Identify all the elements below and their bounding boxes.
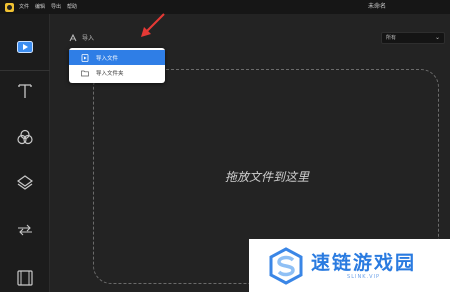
sidebar bbox=[0, 14, 50, 292]
filters-icon[interactable] bbox=[16, 128, 34, 146]
menu-export[interactable]: 导出 bbox=[51, 0, 61, 14]
menu-help[interactable]: 帮助 bbox=[67, 0, 77, 14]
import-file-label: 导入文件 bbox=[96, 55, 119, 62]
watermark: 速链游戏园 SLINK.VIP bbox=[249, 239, 450, 292]
filter-value: 所有 bbox=[386, 35, 397, 41]
app-window: 文件 编辑 导出 帮助 未命名 导入 所有 ⌄ 拖放文件到这里 导入文件 导入文… bbox=[0, 0, 450, 292]
title-bar: 文件 编辑 导出 帮助 未命名 bbox=[0, 0, 450, 14]
overlays-icon[interactable] bbox=[16, 174, 34, 192]
media-icon[interactable] bbox=[16, 38, 34, 56]
import-icon bbox=[69, 33, 77, 41]
transitions-icon[interactable] bbox=[16, 221, 34, 239]
menu-edit[interactable]: 编辑 bbox=[35, 0, 45, 14]
folder-icon bbox=[81, 70, 89, 76]
import-menu: 导入文件 导入文件夹 bbox=[69, 48, 165, 83]
elements-icon[interactable] bbox=[16, 269, 34, 287]
text-icon[interactable] bbox=[16, 82, 34, 100]
annotation-arrow-icon bbox=[141, 13, 165, 37]
file-icon bbox=[81, 53, 89, 62]
import-button[interactable]: 导入 bbox=[69, 33, 94, 42]
document-title: 未命名 bbox=[368, 3, 387, 10]
app-logo-icon bbox=[5, 2, 14, 12]
import-file-item[interactable]: 导入文件 bbox=[69, 50, 165, 65]
watermark-subtext: SLINK.VIP bbox=[347, 273, 380, 280]
watermark-logo-icon bbox=[269, 246, 303, 285]
filter-dropdown[interactable]: 所有 ⌄ bbox=[381, 32, 445, 44]
import-folder-item[interactable]: 导入文件夹 bbox=[69, 65, 165, 80]
import-folder-label: 导入文件夹 bbox=[96, 70, 124, 77]
menu-file[interactable]: 文件 bbox=[19, 0, 29, 14]
drop-zone-text: 拖放文件到这里 bbox=[224, 170, 309, 184]
import-label: 导入 bbox=[82, 35, 95, 42]
chevron-down-icon: ⌄ bbox=[434, 34, 440, 41]
sidebar-divider bbox=[0, 70, 50, 71]
watermark-text: 速链游戏园 bbox=[311, 251, 417, 274]
